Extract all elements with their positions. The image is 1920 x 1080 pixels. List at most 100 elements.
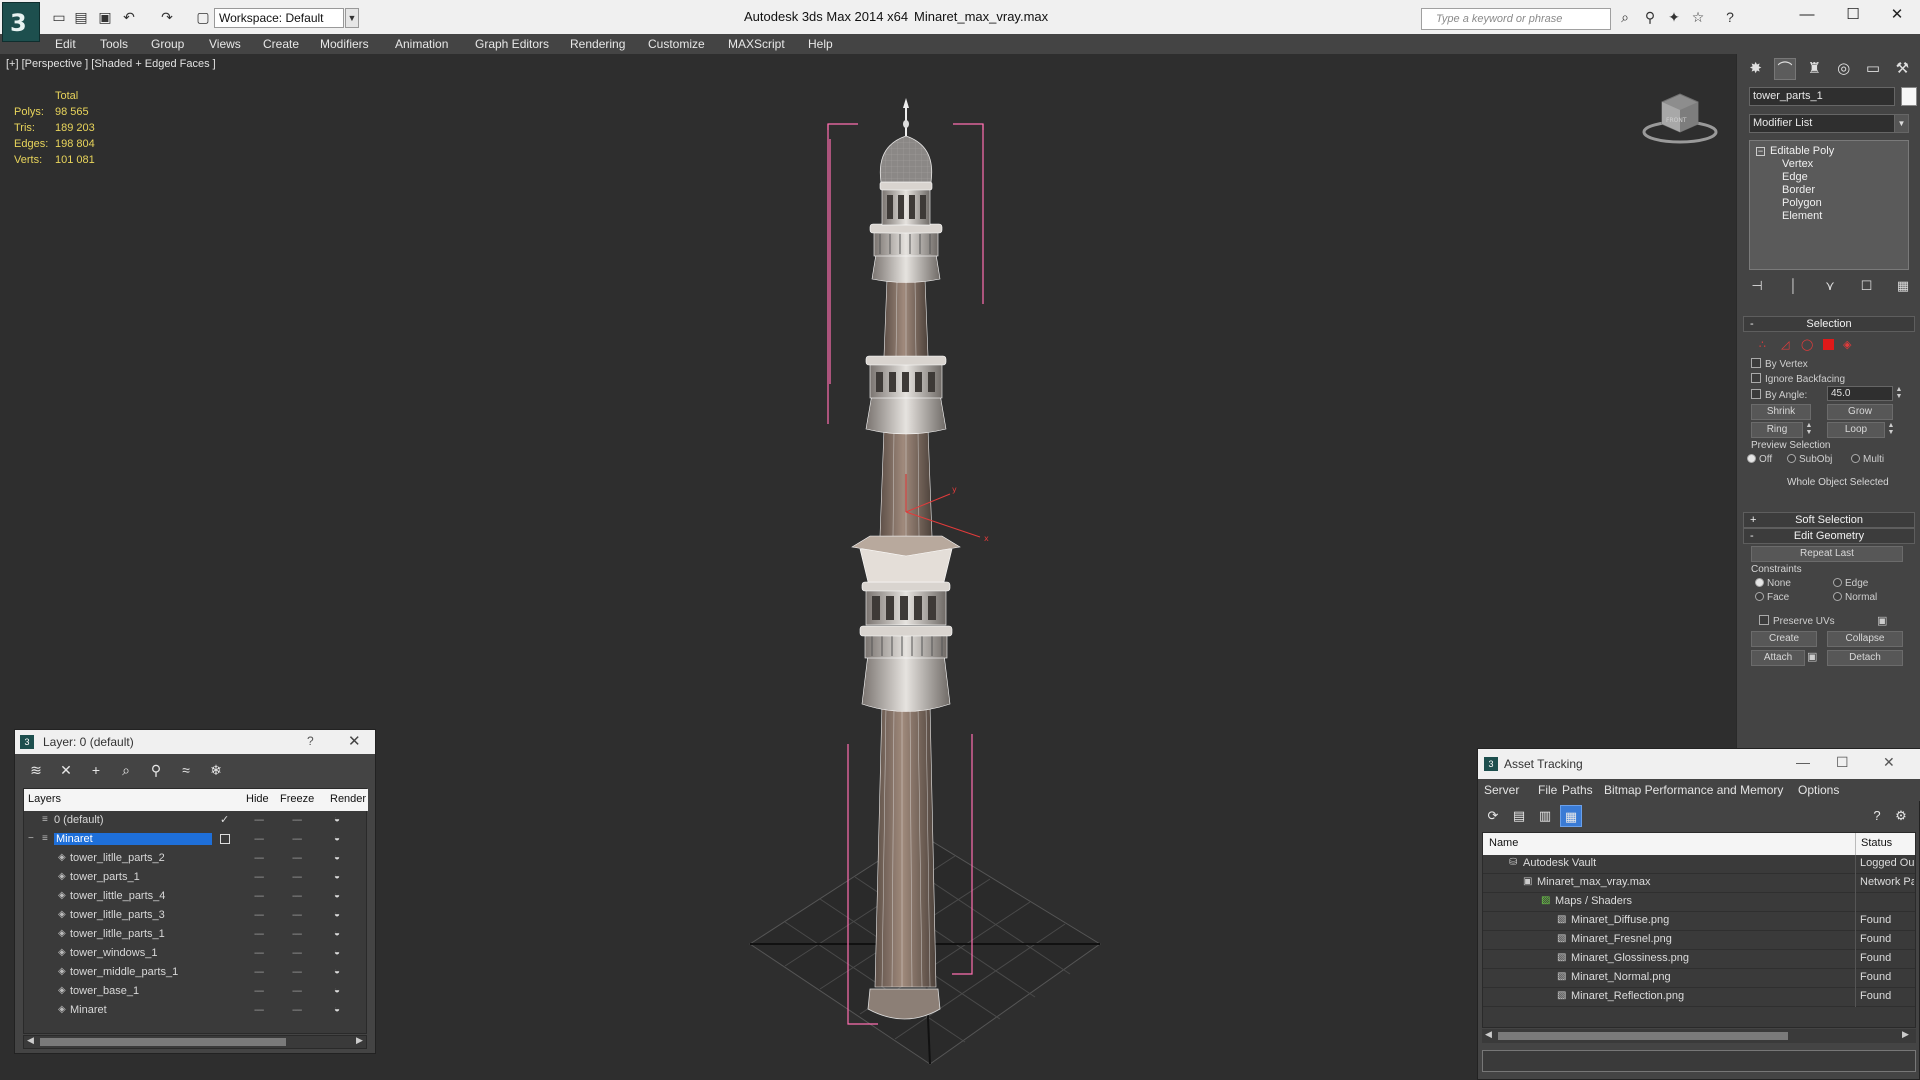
hide-toggle[interactable]: ---- <box>254 1005 264 1016</box>
hide-toggle[interactable]: ---- <box>254 853 264 864</box>
help-icon[interactable]: ? <box>1866 805 1888 827</box>
scroll-right-icon[interactable]: ▶ <box>1902 1029 1909 1040</box>
col-name[interactable]: Name <box>1489 837 1518 849</box>
detail-view-icon[interactable]: ▥ <box>1534 805 1556 827</box>
layer-row[interactable]: ◈ tower_litlle_parts_3 ---- ---- ◒ <box>24 907 368 926</box>
attach-list-icon[interactable]: ▣ <box>1807 650 1817 663</box>
asset-row[interactable]: ▣ Minaret_max_vray.max Network Path <box>1483 874 1915 893</box>
asset-row[interactable]: ⛁ Autodesk Vault Logged Out <box>1483 855 1915 874</box>
asset-row[interactable]: ▧ Minaret_Fresnel.png Found <box>1483 931 1915 950</box>
table-view-icon[interactable]: ▦ <box>1560 805 1582 827</box>
pin-stack-icon[interactable]: ⊣ <box>1747 276 1767 296</box>
freeze-toggle[interactable]: ---- <box>292 891 302 902</box>
render-teapot-icon[interactable]: ◒ <box>334 985 340 996</box>
scrollbar-thumb[interactable] <box>1498 1032 1788 1040</box>
minimize-icon[interactable]: — <box>1796 754 1810 770</box>
communication-icon[interactable]: ✦ <box>1664 9 1684 27</box>
close-icon[interactable]: ✕ <box>1874 0 1920 32</box>
preview-off-radio[interactable]: Off <box>1747 454 1772 465</box>
collapse-icon[interactable]: − <box>28 833 34 844</box>
detach-button[interactable]: Detach <box>1827 650 1903 666</box>
asset-row[interactable]: ▧ Minaret_Reflection.png Found <box>1483 988 1915 1007</box>
asset-menu-paths[interactable]: Paths <box>1562 783 1593 797</box>
hide-toggle[interactable]: ---- <box>254 967 264 978</box>
save-file-icon[interactable]: ▣ <box>96 9 114 25</box>
freeze-toggle[interactable]: ---- <box>292 815 302 826</box>
freeze-toggle[interactable]: ---- <box>292 910 302 921</box>
grow-button[interactable]: Grow <box>1827 404 1893 420</box>
modify-tab-icon[interactable]: ⌒ <box>1773 58 1796 80</box>
object-name-field[interactable]: tower_parts_1 <box>1749 87 1895 106</box>
render-teapot-icon[interactable]: ◒ <box>334 852 340 863</box>
layer-name[interactable]: Minaret <box>54 833 212 845</box>
stack-sub-element[interactable]: Element <box>1782 210 1822 222</box>
settings-icon[interactable]: ▣ <box>1877 614 1887 627</box>
stack-editable-poly[interactable]: − Editable Poly <box>1756 145 1834 157</box>
horizontal-scrollbar[interactable]: ◀ ▶ <box>23 1035 367 1049</box>
motion-tab-icon[interactable]: ◎ <box>1833 58 1855 80</box>
by-vertex-checkbox[interactable]: By Vertex <box>1751 358 1808 370</box>
element-mode-icon[interactable]: ◈ <box>1843 338 1851 351</box>
hide-toggle[interactable]: ---- <box>254 815 264 826</box>
freeze-toggle[interactable]: ---- <box>292 967 302 978</box>
layer-row[interactable]: ◈ tower_litlle_parts_2 ---- ---- ◒ <box>24 850 368 869</box>
freeze-toggle[interactable]: ---- <box>292 872 302 883</box>
collapse-icon[interactable]: − <box>1756 147 1765 156</box>
scroll-right-icon[interactable]: ▶ <box>356 1035 363 1046</box>
soft-selection-rollout-header[interactable]: + Soft Selection <box>1743 512 1915 528</box>
checkbox-box[interactable] <box>1751 373 1761 383</box>
vertex-mode-icon[interactable]: ∴ <box>1759 338 1766 351</box>
maximize-icon[interactable]: ☐ <box>1836 754 1849 771</box>
polygon-mode-icon[interactable] <box>1823 339 1834 350</box>
menu-edit[interactable]: Edit <box>55 37 76 51</box>
minaret-model[interactable]: x y <box>700 94 1150 1080</box>
asset-row[interactable]: ▧ Minaret_Normal.png Found <box>1483 969 1915 988</box>
edge-mode-icon[interactable]: ◿ <box>1781 338 1789 351</box>
remove-modifier-icon[interactable]: ☐ <box>1857 276 1877 296</box>
render-teapot-icon[interactable]: ◒ <box>334 966 340 977</box>
layer-panel-titlebar[interactable]: 3 Layer: 0 (default) ? ✕ <box>15 730 375 754</box>
set-active-layer-box[interactable] <box>220 834 230 844</box>
stack-sub-edge[interactable]: Edge <box>1782 171 1808 183</box>
list-view-icon[interactable]: ▤ <box>1508 805 1530 827</box>
settings-icon[interactable]: ⚙ <box>1890 805 1912 827</box>
display-tab-icon[interactable]: ▭ <box>1862 58 1884 80</box>
layer-settings-icon[interactable]: ≋ <box>25 760 47 780</box>
subscription-icon[interactable]: ⚲ <box>1640 9 1660 27</box>
col-hide[interactable]: Hide <box>246 793 269 805</box>
scrollbar-thumb[interactable] <box>40 1038 286 1046</box>
object-name[interactable]: tower_litlle_parts_3 <box>70 909 165 921</box>
asset-menu-bitmap[interactable]: Bitmap Performance and Memory <box>1604 783 1783 797</box>
binoculars-icon[interactable]: ⌕ <box>1615 9 1635 27</box>
app-menu-button[interactable]: 3 <box>2 2 40 42</box>
preview-subobj-radio[interactable]: SubObj <box>1787 454 1832 465</box>
create-tab-icon[interactable]: ✸ <box>1745 58 1767 80</box>
render-teapot-icon[interactable]: ◒ <box>334 871 340 882</box>
hide-toggle[interactable]: ---- <box>254 986 264 997</box>
attach-button[interactable]: Attach <box>1751 650 1805 666</box>
close-icon[interactable]: ✕ <box>1883 754 1895 771</box>
project-folder-icon[interactable]: ▢ <box>194 9 212 25</box>
undo-icon[interactable]: ↶ <box>120 9 138 25</box>
constraint-normal-radio[interactable]: Normal <box>1833 592 1877 603</box>
layer-row[interactable]: − ≡ Minaret ---- ---- ◒ <box>24 831 368 850</box>
menu-rendering[interactable]: Rendering <box>570 37 625 51</box>
menu-tools[interactable]: Tools <box>100 37 128 51</box>
active-layer-check-icon[interactable]: ✓ <box>220 813 229 826</box>
preview-multi-radio[interactable]: Multi <box>1851 454 1884 465</box>
checkbox-box[interactable] <box>1759 615 1769 625</box>
collapse-button[interactable]: Collapse <box>1827 631 1903 647</box>
preserve-uvs-checkbox[interactable]: Preserve UVs <box>1759 615 1835 627</box>
radio-dot[interactable] <box>1833 592 1842 601</box>
render-teapot-icon[interactable]: ◒ <box>334 928 340 939</box>
maximize-icon[interactable]: ☐ <box>1830 0 1876 32</box>
freeze-toggle[interactable]: ---- <box>292 1005 302 1016</box>
by-angle-checkbox[interactable]: By Angle: <box>1751 389 1807 401</box>
help-icon[interactable]: ? <box>1720 9 1740 27</box>
layer-row[interactable]: ◈ tower_little_parts_4 ---- ---- ◒ <box>24 888 368 907</box>
highlight-layer-icon[interactable]: ⚲ <box>145 760 167 780</box>
delete-layer-icon[interactable]: ✕ <box>55 760 77 780</box>
hide-all-layers-icon[interactable]: ≈ <box>175 760 197 780</box>
hide-toggle[interactable]: ---- <box>254 891 264 902</box>
object-name[interactable]: tower_little_parts_4 <box>70 890 165 902</box>
